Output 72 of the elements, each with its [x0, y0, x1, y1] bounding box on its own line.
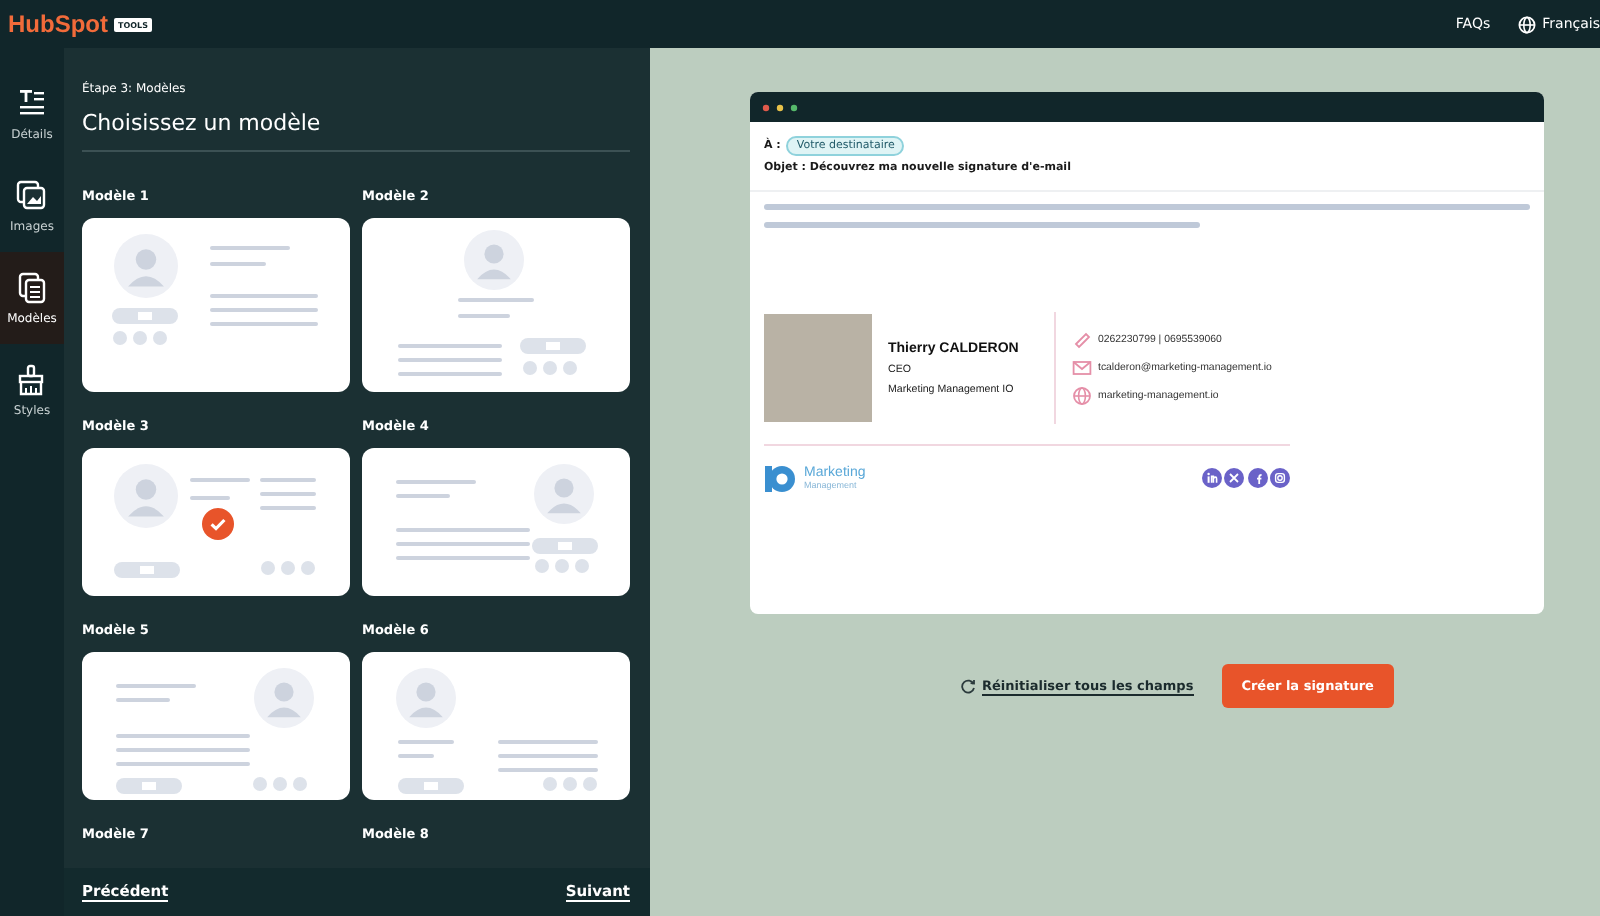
text-line-placeholder	[210, 246, 290, 250]
text-line-placeholder	[458, 298, 534, 302]
check-icon	[202, 508, 234, 540]
avatar-placeholder-icon	[534, 464, 594, 524]
text-line-placeholder	[116, 698, 170, 702]
photo-placeholder	[764, 314, 872, 422]
text-line-placeholder	[396, 480, 476, 484]
dots-placeholder-icon	[253, 777, 307, 791]
text-line-placeholder	[116, 734, 250, 738]
text-line-placeholder	[398, 372, 502, 376]
text-line-placeholder	[190, 478, 250, 482]
avatar-placeholder-icon	[114, 464, 178, 528]
template-card[interactable]	[82, 652, 350, 800]
dots-placeholder-icon	[261, 561, 315, 575]
text-line-placeholder	[458, 314, 510, 318]
dots-placeholder-icon	[535, 559, 589, 573]
text-line-placeholder	[260, 506, 316, 510]
text-line-placeholder	[116, 684, 196, 688]
text-line-placeholder	[398, 358, 502, 362]
template-card[interactable]	[362, 448, 630, 596]
globe-icon	[1072, 386, 1092, 406]
avatar-placeholder-icon	[464, 230, 524, 290]
text-line-placeholder	[396, 556, 530, 560]
template-card[interactable]	[362, 652, 630, 800]
text-line-placeholder	[260, 478, 316, 482]
template-card[interactable]	[82, 218, 350, 392]
text-line-placeholder	[116, 748, 250, 752]
brush-icon	[16, 363, 48, 395]
text-line-placeholder	[210, 322, 318, 326]
text-line-placeholder	[210, 294, 318, 298]
text-line-placeholder	[190, 496, 230, 500]
facebook-icon	[1247, 468, 1267, 488]
text-line-placeholder	[498, 740, 598, 744]
image-pill-icon	[114, 562, 180, 578]
window-dots-icon	[762, 103, 798, 111]
template-card[interactable]	[362, 218, 630, 392]
text-line-placeholder	[498, 768, 598, 772]
image-pill-icon	[532, 538, 598, 554]
text-line-placeholder	[498, 754, 598, 758]
text-line-placeholder	[398, 344, 502, 348]
x-icon	[1224, 468, 1244, 488]
dots-placeholder-icon	[113, 331, 167, 345]
avatar-placeholder-icon	[254, 668, 314, 728]
text-line-placeholder	[396, 494, 450, 498]
text-line-placeholder	[396, 528, 530, 532]
image-pill-icon	[116, 778, 182, 794]
image-icon	[16, 179, 48, 211]
avatar-placeholder-icon	[396, 668, 456, 728]
avatar-placeholder-icon	[114, 234, 178, 298]
envelope-icon	[1072, 358, 1092, 378]
text-line-placeholder	[210, 262, 266, 266]
company-logo-icon	[764, 462, 796, 494]
documents-icon	[16, 271, 48, 303]
image-pill-icon	[112, 308, 178, 324]
text-line-placeholder	[398, 754, 434, 758]
refresh-icon	[960, 678, 976, 694]
instagram-icon	[1270, 468, 1290, 488]
hubspot-logo[interactable]: HubSpot	[8, 10, 108, 38]
text-line-placeholder	[210, 308, 318, 312]
image-pill-icon	[520, 338, 586, 354]
text-line-placeholder	[116, 762, 250, 766]
globe-icon	[1518, 15, 1537, 33]
text-line-placeholder	[396, 542, 530, 546]
text-line-placeholder	[260, 492, 316, 496]
text-line-placeholder	[398, 740, 454, 744]
image-pill-icon	[398, 778, 464, 794]
text-lines-icon	[16, 87, 48, 119]
dots-placeholder-icon	[523, 361, 577, 375]
panel-title: Choisissez un modèle	[82, 110, 323, 136]
dots-placeholder-icon	[543, 777, 597, 791]
template-card[interactable]	[82, 448, 350, 596]
linkedin-icon	[1201, 468, 1221, 488]
